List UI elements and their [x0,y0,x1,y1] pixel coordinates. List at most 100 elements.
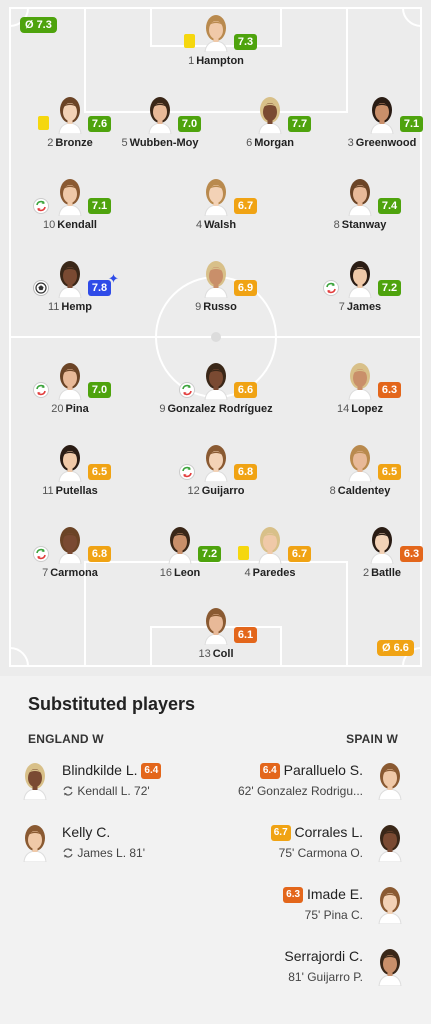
yellow-card-icon [38,116,49,130]
player-name-label: 9 Gonzalez Rodríguez [146,403,286,415]
shirt-number: 11 [42,485,54,497]
player-photo [345,258,375,299]
player-rating: 6.3 [400,546,423,562]
england-player[interactable]: 7.2 7 James [290,258,430,318]
england-player[interactable]: 7.1 10 Kendall [0,176,140,236]
player-name-label: 7 James [290,301,430,313]
player-photo [345,176,375,217]
player-name: Carmona [50,567,98,579]
player-rating: 6.8 [234,464,257,480]
player-name-label: 14 Lopez [290,403,430,415]
player-name: Greenwood [355,137,417,149]
player-photo [345,442,375,483]
substitution-icon [323,280,339,296]
player-photo [255,524,285,565]
home-substitute-row[interactable]: Blindkilde L. 6.4 Kendall L. 72' [0,760,215,804]
player-name: Wubben-Moy [129,137,199,149]
spain-player[interactable]: 6.1 13 Coll [146,605,286,665]
player-photo [375,760,409,802]
player-name-label: 8 Caldentey [290,485,430,497]
player-name-label: 8 Stanway [290,219,430,231]
player-photo [20,822,54,864]
substitution-icon [179,464,195,480]
spain-player[interactable]: 6.5 11 Putellas [0,442,140,502]
shirt-number: 10 [43,219,56,231]
substitute-rating: 6.3 [283,887,304,903]
home-team-label: ENGLAND W [28,732,104,746]
player-photo [375,822,409,864]
replaced-player: 62' Gonzalez Rodrigu... [237,784,363,798]
england-player[interactable]: 6.7 4 Walsh [146,176,286,236]
shirt-number: 3 [347,137,354,149]
player-name: Leon [173,567,201,579]
shirt-number: 12 [187,485,200,497]
away-substitute-row[interactable]: 6.3 Imade E. 75' Pina C. [200,884,431,928]
away-substitute-row[interactable]: 6.7 Corrales L. 75' Carmona O. [200,822,431,866]
england-player[interactable]: 6.9 9 Russo [146,258,286,318]
england-player[interactable]: 7.4 8 Stanway [290,176,430,236]
england-player[interactable]: 7.8 ✦ 11 Hemp [0,258,140,318]
player-photo [201,442,231,483]
player-rating: 7.0 [88,382,111,398]
player-rating: 7.7 [288,116,311,132]
player-name-label: 20 Pina [0,403,140,415]
spain-player[interactable]: 6.8 12 Guijarro [146,442,286,502]
pitch: Ø 7.3 Ø 6.6 7.3 1 Hampton 7.6 2 Bronze 7.0 5 Wubbe… [0,0,431,676]
substitute-name: Imade E. [306,886,363,902]
player-name: Paredes [252,567,296,579]
spain-player[interactable]: 7.0 20 Pina [0,360,140,420]
shirt-number: 13 [198,648,211,660]
player-photo [201,258,231,299]
player-photo [201,12,231,53]
player-photo [201,176,231,217]
player-name: Coll [212,648,234,660]
substitute-name: Blindkilde L. [62,762,138,778]
player-photo [55,258,85,299]
player-name: Putellas [55,485,98,497]
spain-player[interactable]: 6.3 2 Batlle [312,524,431,584]
spain-player[interactable]: 6.3 14 Lopez [290,360,430,420]
player-photo [201,605,231,646]
player-rating: 6.7 [288,546,311,562]
england-player[interactable]: 7.1 3 Greenwood [312,94,431,154]
player-rating: 7.4 [378,198,401,214]
player-photo [375,884,409,926]
section-title: Substituted players [28,694,196,714]
player-rating: 6.6 [234,382,257,398]
player-rating: 6.7 [234,198,257,214]
player-rating: 6.5 [88,464,111,480]
home-substitute-row[interactable]: Kelly C. James L. 81' [0,822,215,866]
player-photo [345,360,375,401]
player-name: Caldentey [337,485,391,497]
player-name: Pina [65,403,89,415]
shirt-number: 8 [329,485,336,497]
player-photo [255,94,285,135]
player-photo [201,360,231,401]
player-name: Kendall [57,219,97,231]
star-icon: ✦ [108,271,119,286]
shirt-number: 6 [246,137,253,149]
substitute-rating: 6.4 [141,763,162,779]
player-photo [367,94,397,135]
spain-player[interactable]: 6.5 8 Caldentey [290,442,430,502]
shirt-number: 16 [159,567,172,579]
shirt-number: 5 [121,137,128,149]
england-player[interactable]: 7.3 1 Hampton [146,12,286,72]
away-substitute-row[interactable]: 6.4 Paralluelo S. 62' Gonzalez Rodrigu... [200,760,431,804]
player-photo [55,442,85,483]
replaced-player: 75' Carmona O. [278,846,363,860]
player-photo [375,946,409,988]
player-rating: 7.2 [378,280,401,296]
player-name: Morgan [254,137,294,149]
player-name: Hemp [61,301,92,313]
player-name: Gonzalez Rodríguez [167,403,273,415]
goal-ball-icon [33,280,49,296]
shirt-number: 4 [244,567,251,579]
player-name: Batlle [371,567,402,579]
player-name: James [346,301,382,313]
player-rating: 7.1 [88,198,111,214]
player-name-label: 1 Hampton [146,55,286,67]
replaced-player: 75' Pina C. [304,908,363,922]
spain-player[interactable]: 6.6 9 Gonzalez Rodríguez [146,360,286,420]
away-substitute-row[interactable]: Serrajordi C. 81' Guijarro P. [200,946,431,990]
